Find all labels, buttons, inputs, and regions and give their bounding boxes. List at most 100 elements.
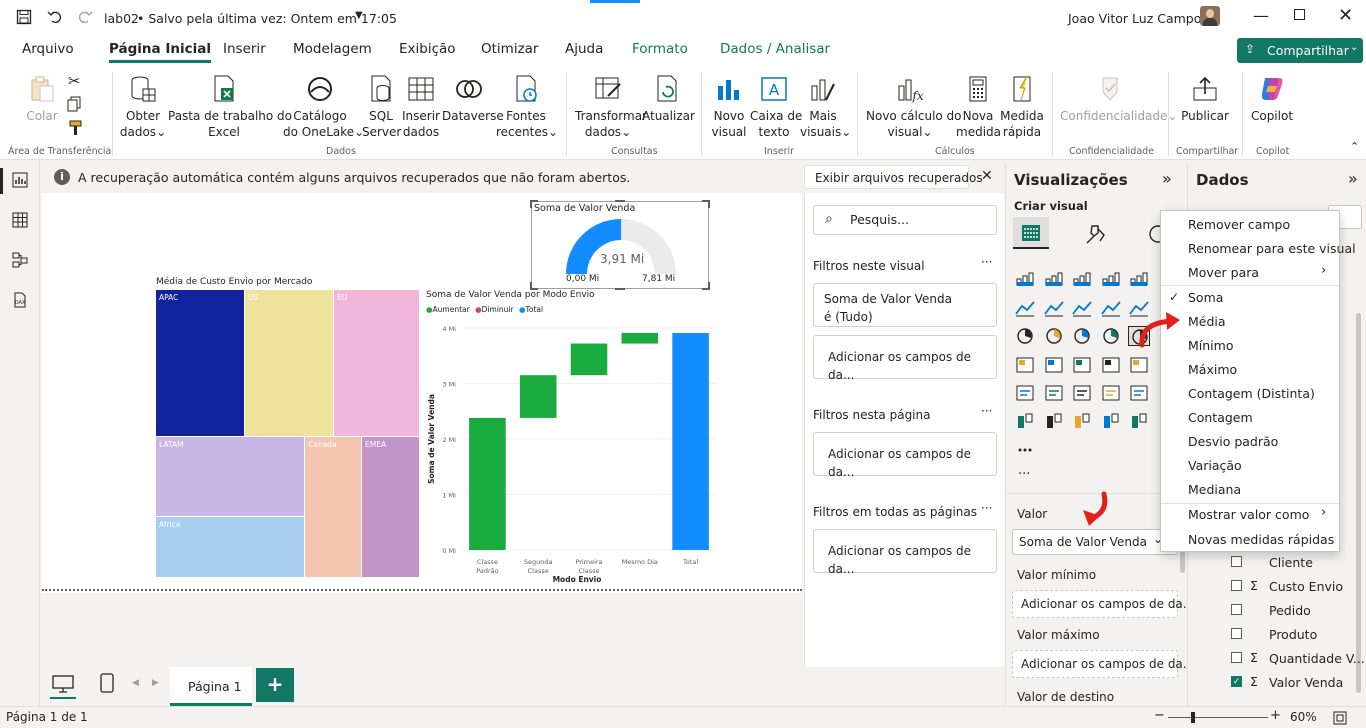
visual-type-icon[interactable] (1071, 412, 1093, 432)
publish-button[interactable]: Publicar (1176, 74, 1234, 124)
text-box-button[interactable]: A Caixa de texto (750, 74, 802, 140)
waterfall-bar[interactable] (469, 417, 506, 550)
visual-type-icon[interactable] (1014, 326, 1036, 346)
tab-modelagem[interactable]: Modelagem (293, 41, 372, 57)
add-field-drop-page[interactable]: Adicionar os campos de da... (813, 432, 997, 479)
field-checkbox[interactable] (1231, 580, 1242, 591)
field-checkbox[interactable] (1231, 628, 1242, 639)
tab-inserir[interactable]: Inserir (223, 41, 266, 57)
visual-type-icon[interactable] (1043, 298, 1065, 318)
collapse-pane-icon[interactable]: » (1348, 169, 1358, 188)
cut-icon[interactable]: ✂ (68, 72, 81, 90)
resize-handle[interactable] (615, 200, 625, 202)
field-checkbox[interactable] (1231, 652, 1242, 663)
field-checkbox[interactable]: ✓ (1231, 676, 1242, 687)
treemap-cell[interactable]: EMEA (362, 437, 419, 577)
treemap-cell[interactable]: EU (334, 290, 419, 436)
field-list-item[interactable]: Σ Quantidade V... (1188, 649, 1365, 671)
zoom-slider-thumb[interactable] (1191, 712, 1195, 723)
undo-icon[interactable] (47, 9, 63, 25)
more-visuals-icon[interactable]: ··· (1018, 467, 1030, 482)
menu-average[interactable]: Média (1188, 314, 1226, 329)
visual-type-icon[interactable] (1100, 412, 1122, 432)
valor-field-pill[interactable]: Soma de Valor Venda ⌄ (1012, 529, 1178, 555)
close-icon[interactable]: ✕ (1338, 5, 1353, 26)
desktop-layout-icon[interactable] (52, 675, 74, 693)
new-measure-button[interactable]: Nova medida (956, 74, 1001, 140)
visual-type-icon[interactable] (1071, 355, 1093, 375)
visual-type-icon[interactable] (1100, 383, 1122, 403)
visual-type-icon[interactable] (1043, 326, 1065, 346)
visual-type-icon[interactable] (1014, 412, 1036, 432)
menu-count-distinct[interactable]: Contagem (Distinta) (1188, 386, 1315, 401)
visual-type-icon[interactable] (1014, 298, 1036, 318)
visual-type-icon[interactable] (1100, 326, 1122, 346)
tab-ajuda[interactable]: Ajuda (565, 41, 603, 57)
new-visual-button[interactable]: Novo visual (710, 74, 748, 140)
chevron-down-icon[interactable]: ▼ (355, 10, 363, 21)
add-field-drop-visual[interactable]: Adicionar os campos de da... (813, 335, 997, 382)
field-checkbox[interactable] (1231, 604, 1242, 615)
waterfall-bar[interactable] (570, 343, 608, 376)
table-view-icon[interactable] (12, 212, 28, 228)
share-button[interactable]: ⇪ Compartilhar ⌄ (1237, 38, 1363, 63)
format-painter-icon[interactable] (67, 120, 83, 136)
visual-type-icon[interactable] (1043, 383, 1065, 403)
menu-count[interactable]: Contagem (1188, 410, 1253, 425)
visual-type-icon[interactable] (1071, 383, 1093, 403)
add-min-drop[interactable]: Adicionar os campos de da... (1012, 590, 1194, 618)
user-name[interactable]: Joao Vitor Luz Campos (1068, 11, 1208, 26)
page-tab-1[interactable]: Página 1 (170, 667, 252, 706)
tab-dados-analisar[interactable]: Dados / Analisar (720, 41, 830, 57)
fit-to-page-icon[interactable] (1333, 711, 1347, 725)
new-visual-calc-button[interactable]: fx Novo cálculo do visual⌄ (866, 74, 962, 140)
visual-type-icon[interactable] (1128, 355, 1150, 375)
field-list-item[interactable]: Σ Custo Envio (1188, 577, 1358, 599)
more-visuals-button[interactable]: Mais visuais⌄ (800, 74, 851, 140)
menu-std-dev[interactable]: Desvio padrão (1188, 434, 1278, 449)
zoom-out-icon[interactable]: − (1154, 708, 1165, 723)
report-view-icon[interactable] (12, 172, 28, 188)
maximize-icon[interactable] (1294, 9, 1305, 20)
menu-median[interactable]: Mediana (1188, 482, 1241, 497)
copy-icon[interactable] (67, 96, 83, 112)
tab-exibicao[interactable]: Exibição (399, 41, 456, 57)
visual-type-icon[interactable] (1043, 412, 1065, 432)
waterfall-bar[interactable] (519, 375, 557, 418)
treemap-visual[interactable]: APAC US EU LATAM Canada EMEA Africa (156, 290, 419, 577)
tab-formato[interactable]: Formato (632, 41, 688, 57)
treemap-cell[interactable]: Canada (305, 437, 361, 577)
paste-button[interactable]: Colar (22, 74, 62, 124)
treemap-cell[interactable]: APAC (156, 290, 244, 436)
zoom-in-icon[interactable]: + (1270, 708, 1281, 723)
tab-otimizar[interactable]: Otimizar (481, 41, 538, 57)
treemap-cell[interactable]: Africa (156, 517, 304, 577)
visual-type-icon[interactable] (1100, 355, 1122, 375)
gauge-visual[interactable]: Soma de Valor Venda 3,91 Mi 0,00 Mi 7,81… (530, 200, 710, 290)
visual-type-icon[interactable] (1071, 269, 1093, 289)
field-checkbox[interactable] (1231, 556, 1242, 567)
collapse-pane-icon[interactable]: » (1162, 169, 1172, 188)
visual-type-icon[interactable] (1014, 355, 1036, 375)
resize-handle[interactable] (530, 200, 538, 208)
avatar[interactable] (1200, 6, 1220, 26)
visual-type-icon[interactable] (1100, 269, 1122, 289)
recent-sources-button[interactable]: Fontes recentes⌄ (496, 74, 558, 140)
waterfall-visual[interactable]: Soma de Valor Venda por Modo Envio ●Aume… (424, 290, 724, 590)
mobile-layout-icon[interactable] (100, 673, 114, 693)
collapse-ribbon-icon[interactable]: ⌃ (1350, 140, 1359, 153)
waterfall-bar[interactable] (621, 332, 659, 344)
sensitivity-button[interactable]: Confidencialidade⌄ (1060, 74, 1177, 124)
dataverse-button[interactable]: Dataverse (442, 74, 504, 124)
menu-move-to[interactable]: Mover para (1188, 265, 1259, 280)
minimize-icon[interactable]: — (1253, 6, 1269, 25)
tab-arquivo[interactable]: Arquivo (22, 41, 74, 57)
show-recovered-files-button[interactable]: Exibir arquivos recuperados (804, 165, 983, 189)
more-options-icon[interactable]: ··· (981, 501, 992, 515)
menu-rename-for-visual[interactable]: Renomear para este visual (1188, 241, 1356, 256)
field-list-item[interactable]: Cliente (1188, 553, 1358, 575)
menu-show-value-as[interactable]: Mostrar valor como (1188, 507, 1309, 522)
quick-measure-button[interactable]: Medida rápida (1000, 74, 1044, 140)
more-options-icon[interactable]: ··· (981, 255, 992, 269)
visual-type-icon[interactable] (1128, 383, 1150, 403)
